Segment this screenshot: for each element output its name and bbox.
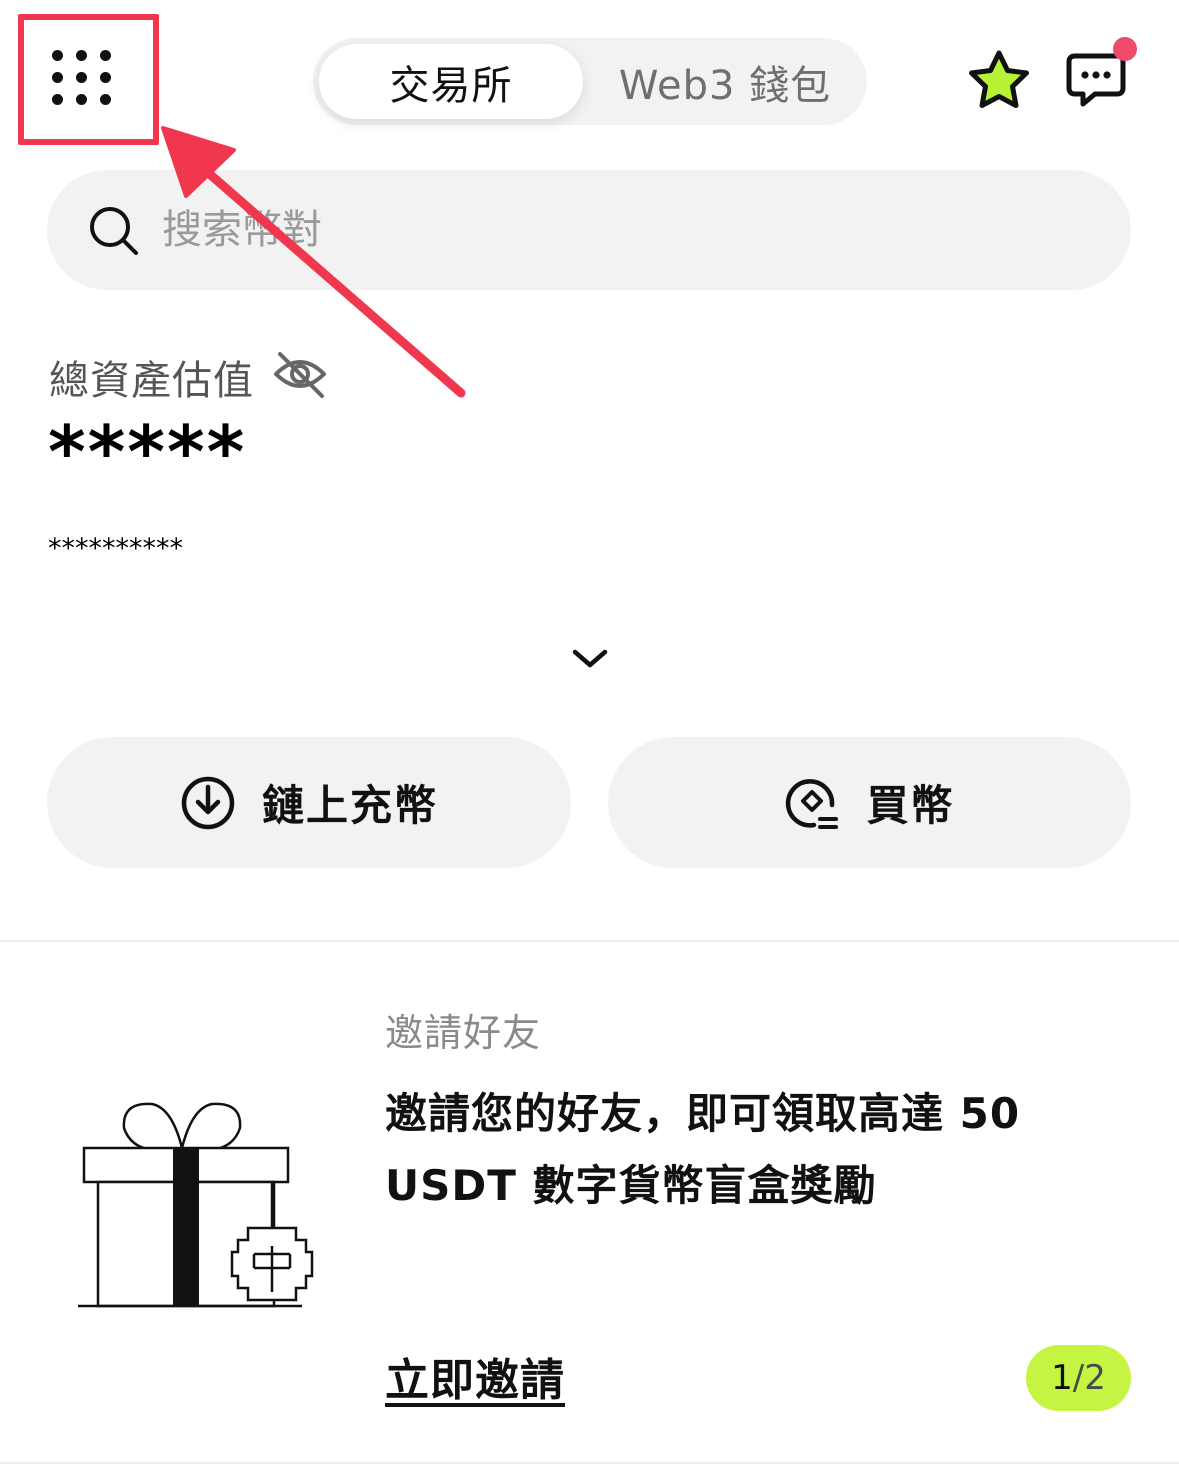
- notification-dot: [1113, 37, 1137, 61]
- deposit-label: 鏈上充幣: [261, 781, 438, 830]
- chat-icon[interactable]: [1065, 52, 1127, 108]
- annotation-highlight-box: [18, 14, 159, 145]
- tab-exchange[interactable]: 交易所: [319, 44, 583, 119]
- total-assets-label: 總資產估值: [49, 358, 254, 404]
- buy-label: 買幣: [866, 781, 955, 830]
- chevron-down-icon[interactable]: [570, 645, 610, 671]
- pager-total: 2: [1084, 1358, 1106, 1398]
- section-divider: [0, 940, 1179, 942]
- total-assets-sub-value: **********: [48, 533, 183, 564]
- search-input[interactable]: [162, 194, 1062, 266]
- star-icon[interactable]: [965, 48, 1033, 112]
- app-screen: 交易所 Web3 錢包 總資產估值 ***** **********: [0, 0, 1179, 1466]
- pager-separator: /: [1072, 1358, 1085, 1398]
- invite-eyebrow: 邀請好友: [385, 1011, 542, 1055]
- total-assets-value: *****: [48, 410, 247, 494]
- section-divider-bottom: [0, 1462, 1179, 1464]
- gift-box-icon: [78, 1102, 314, 1308]
- pager-current: 1: [1051, 1358, 1073, 1398]
- search-icon: [90, 207, 138, 255]
- invite-title: 邀請您的好友，即可領取高達 50 USDT 數字貨幣盲盒獎勵: [385, 1089, 1021, 1210]
- carousel-pager: 1/2: [1026, 1345, 1131, 1411]
- buy-crypto-button[interactable]: 買幣: [608, 737, 1131, 868]
- buy-coin-icon: [786, 778, 839, 829]
- invite-now-link[interactable]: 立即邀請: [385, 1344, 565, 1408]
- tab-web3-wallet[interactable]: Web3 錢包: [589, 44, 861, 119]
- download-icon: [181, 776, 235, 829]
- deposit-button[interactable]: 鏈上充幣: [47, 737, 571, 868]
- eye-off-icon[interactable]: [272, 348, 328, 400]
- search-bar[interactable]: [47, 170, 1131, 290]
- exchange-wallet-switch: 交易所 Web3 錢包: [313, 38, 867, 125]
